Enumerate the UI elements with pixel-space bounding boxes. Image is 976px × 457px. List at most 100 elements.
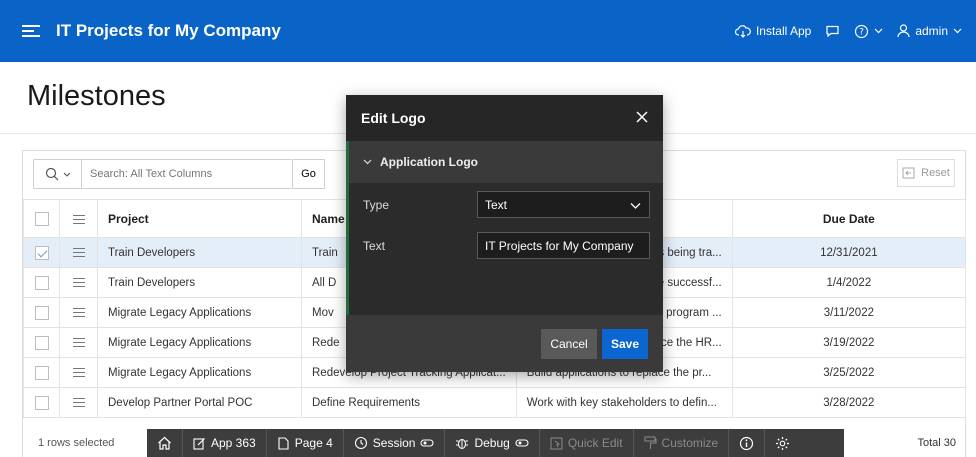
toggle-icon [420,439,435,447]
logo-form: Type Text Text IT Projects for My Compan… [346,183,663,315]
install-app-label: Install App [755,24,812,38]
quick-edit-label: Quick Edit [567,436,623,450]
bug-icon [455,436,469,450]
close-icon[interactable] [633,108,651,126]
select-all-cell [23,199,60,238]
total-count-text: Total 30 [917,437,956,449]
quick-edit-icon [550,437,563,450]
clock-icon [354,436,368,450]
row-select-cell [23,387,60,418]
debug-label: Debug [474,436,510,450]
chevron-down-icon [874,28,883,34]
row-select-cell [23,357,60,388]
cell-due-date: 1/4/2022 [731,267,967,298]
cell-project: Develop Partner Portal POC [97,387,302,418]
row-checkbox[interactable] [34,395,49,410]
cell-project: Train Developers [97,237,302,268]
cell-name: Define Requirements [301,387,517,418]
row-select-cell [23,327,60,358]
logo-text-input[interactable]: IT Projects for My Company [477,232,650,259]
cell-due-date: 3/25/2022 [731,357,967,388]
table-row[interactable]: Develop Partner Portal POC Define Requir… [23,387,967,418]
user-menu-button[interactable]: admin [897,24,962,38]
row-menu-icon[interactable] [72,337,85,348]
row-checkbox[interactable] [34,305,49,320]
menu-lines-icon [72,214,85,225]
chevron-down-icon [630,199,641,213]
row-actions-cell [59,267,98,298]
cell-due-date: 3/28/2022 [731,387,967,418]
page-title: Milestones [27,80,166,112]
cell-due-date: 12/31/2021 [731,237,967,268]
cell-project: Train Developers [97,267,302,298]
info-button[interactable] [729,429,766,457]
chevron-down-icon [953,28,962,34]
settings-button[interactable] [765,429,800,457]
row-actions-cell [59,297,98,328]
user-icon [897,24,910,38]
customize-button[interactable]: Customize [634,429,730,457]
search-box [33,159,293,189]
select-all-checkbox[interactable] [34,211,49,226]
row-actions-cell [59,327,98,358]
cell-due-date: 3/19/2022 [731,327,967,358]
row-menu-icon[interactable] [72,397,85,408]
home-button[interactable] [147,429,183,457]
edit-icon [193,437,206,450]
dialog-header: Edit Logo [346,95,663,141]
row-menu-icon[interactable] [72,307,85,318]
session-button[interactable]: Session [344,429,446,457]
feedback-button[interactable] [825,25,840,38]
chat-icon [825,25,840,38]
app-title[interactable]: IT Projects for My Company [56,21,281,41]
type-select[interactable]: Text [477,191,650,218]
paint-roller-icon [644,436,657,450]
row-menu-icon[interactable] [72,277,85,288]
app-header: IT Projects for My Company Install App ? [0,0,976,62]
svg-text:?: ? [859,27,864,37]
chevron-down-icon [363,159,372,165]
app-button[interactable]: App 363 [183,429,267,457]
search-column-menu[interactable] [34,160,82,188]
row-select-cell [23,267,60,298]
cell-description: Work with key stakeholders to defin... [515,387,733,418]
help-menu-button[interactable]: ? [854,24,883,39]
application-logo-section-toggle[interactable]: Application Logo [346,141,663,183]
app-label: App 363 [211,436,256,450]
cell-due-date: 3/11/2022 [731,297,967,328]
rows-selected-text: 1 rows selected [38,437,115,449]
column-header-due-date[interactable]: Due Date [731,199,967,238]
row-checkbox[interactable] [34,365,49,380]
install-app-button[interactable]: Install App [734,24,812,38]
cell-project: Migrate Legacy Applications [97,357,302,388]
row-checkbox[interactable] [34,275,49,290]
row-menu-icon[interactable] [72,247,85,258]
row-menu-icon[interactable] [72,367,85,378]
cloud-download-icon [734,24,751,38]
help-icon: ? [854,24,869,39]
quick-edit-button[interactable]: Quick Edit [540,429,634,457]
toggle-icon [515,439,529,447]
menu-icon[interactable] [22,25,40,37]
dialog-footer: Cancel Save [346,315,663,372]
save-button[interactable]: Save [602,328,648,359]
cancel-button[interactable]: Cancel [541,328,597,359]
go-button[interactable]: Go [293,159,325,189]
reset-button[interactable]: Reset [897,159,955,187]
report-toolbar: Go [33,159,325,189]
row-checkbox[interactable] [34,245,49,260]
page-label: Page 4 [294,436,333,450]
debug-button[interactable]: Debug [445,429,540,457]
reset-label: Reset [921,167,950,179]
section-title: Application Logo [380,155,478,169]
dialog-title: Edit Logo [361,110,426,126]
page-button[interactable]: Page 4 [267,429,344,457]
gear-icon [775,436,790,451]
reset-icon [902,167,915,179]
row-checkbox[interactable] [34,335,49,350]
search-input[interactable] [82,160,292,188]
column-header-project[interactable]: Project [97,199,302,238]
row-actions-cell [59,237,98,268]
session-label: Session [372,436,416,450]
row-select-cell [23,297,60,328]
